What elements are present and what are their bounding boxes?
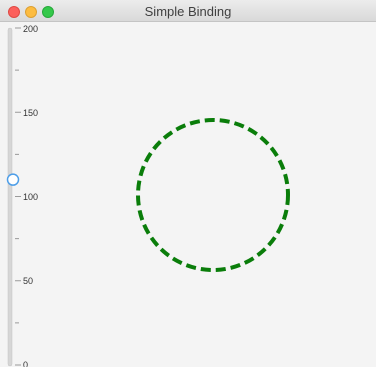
content-area: 200 150 100 50 0 xyxy=(0,22,376,367)
slider-thumb[interactable] xyxy=(6,173,20,186)
canvas: 200 150 100 50 0 xyxy=(6,24,290,367)
tick-label-200: 200 xyxy=(23,24,38,34)
tick-label-100: 100 xyxy=(23,192,38,202)
title-bar[interactable]: Simple Binding xyxy=(0,0,376,22)
window-title: Simple Binding xyxy=(144,4,232,19)
app-window: Simple Binding 200 150 100 50 0 xyxy=(0,0,376,367)
tick-label-50: 50 xyxy=(23,276,33,286)
tick-label-150: 150 xyxy=(23,108,38,118)
tick-label-0: 0 xyxy=(23,360,28,367)
slider-ticks xyxy=(15,27,21,366)
slider-track[interactable] xyxy=(7,27,13,367)
bound-circle xyxy=(136,118,290,272)
slider-tick-labels: 200 150 100 50 0 xyxy=(23,24,38,367)
